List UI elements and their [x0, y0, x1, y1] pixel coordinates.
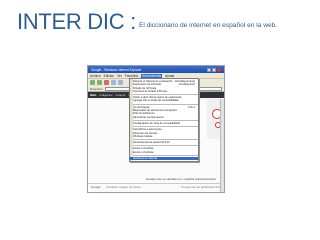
- menu-archivo[interactable]: Archivo: [90, 74, 101, 78]
- menu-item[interactable]: Opciones de Internet: [130, 157, 198, 161]
- slide-heading: INTER DIC :: [17, 9, 136, 34]
- slide-title: INTER DIC : El diccionario de internet en…: [17, 11, 277, 33]
- maximize-icon[interactable]: [212, 67, 216, 72]
- menu-item-label: Configuración de Vista de compatibilidad: [133, 121, 180, 125]
- vertical-scrollbar[interactable]: [220, 99, 224, 192]
- menu-item-label: Administrar complementos: [133, 115, 164, 119]
- window-title: Google - Windows Internet Explorer: [91, 67, 142, 72]
- footer-divider: [88, 183, 224, 184]
- home-icon[interactable]: [118, 80, 123, 85]
- minimize-icon[interactable]: [207, 67, 211, 72]
- forward-icon[interactable]: [97, 80, 102, 85]
- slide-subtitle: El diccionario de internet en español en…: [138, 22, 278, 29]
- menu-separator: [130, 93, 198, 96]
- refresh-icon[interactable]: [111, 80, 116, 85]
- menu-item-label: Enviar a OneNote: [133, 150, 154, 154]
- menu-item-label: Opciones de Internet: [133, 157, 158, 161]
- menu-herramientas[interactable]: Herramientas: [141, 73, 163, 78]
- tools-dropdown-menu: Eliminar el historial de exploración... C…: [129, 78, 199, 163]
- menu-item[interactable]: Herramientas de desarrollo F12: [130, 141, 198, 144]
- footer-ads-link[interactable]: Programas de publicidad Tod: [181, 185, 220, 189]
- browser-titlebar: Google - Windows Internet Explorer: [88, 66, 224, 73]
- browser-screenshot: Google - Windows Internet Explorer Archi…: [87, 65, 225, 193]
- footer-google-link[interactable]: Google: [91, 185, 101, 189]
- menu-separator: [130, 144, 198, 147]
- menu-ayuda[interactable]: Ayuda: [165, 74, 174, 78]
- footer-background-link[interactable]: Cambiar Imagen de fondo: [106, 185, 141, 189]
- menu-edicion[interactable]: Edición: [104, 74, 114, 78]
- menu-item-label: Agregar sitio a Vistas de compatibilidad: [133, 99, 179, 103]
- menu-item-label: Herramientas de desarrollo F12: [133, 141, 170, 145]
- address-label: Dirección: [90, 86, 103, 91]
- stop-icon[interactable]: [104, 80, 109, 85]
- menu-ver[interactable]: Ver: [117, 74, 122, 78]
- back-icon[interactable]: [90, 80, 95, 85]
- close-icon[interactable]: [217, 67, 221, 72]
- menu-separator: [130, 138, 198, 141]
- google-tab-groups[interactable]: Grupos: [115, 93, 125, 97]
- menu-item[interactable]: Administrar complementos: [130, 116, 198, 119]
- menu-item[interactable]: Enviar a OneNote: [130, 151, 198, 154]
- menu-separator: [130, 119, 198, 121]
- menu-separator: [130, 103, 198, 105]
- google-tab-images[interactable]: Imágenes: [99, 93, 112, 97]
- menu-item[interactable]: Agregar sitio a Vistas de compatibilidad: [130, 99, 198, 102]
- menu-item-label: Windows Update: [133, 134, 153, 138]
- google-tab-web[interactable]: Web: [90, 93, 96, 97]
- menu-item[interactable]: Opciones de filtrado InPrivate...: [130, 90, 198, 93]
- menu-item-label: Opciones de filtrado InPrivate...: [133, 89, 170, 93]
- menu-item[interactable]: Configuración de Vista de compatibilidad: [130, 122, 198, 125]
- menu-item[interactable]: Windows Update: [130, 135, 198, 138]
- menu-favoritos[interactable]: Favoritos: [125, 74, 138, 78]
- menu-separator: [130, 154, 198, 157]
- menu-separator: [130, 125, 198, 128]
- google-language-line: Google.com.ec también en: español (Latin…: [146, 177, 216, 181]
